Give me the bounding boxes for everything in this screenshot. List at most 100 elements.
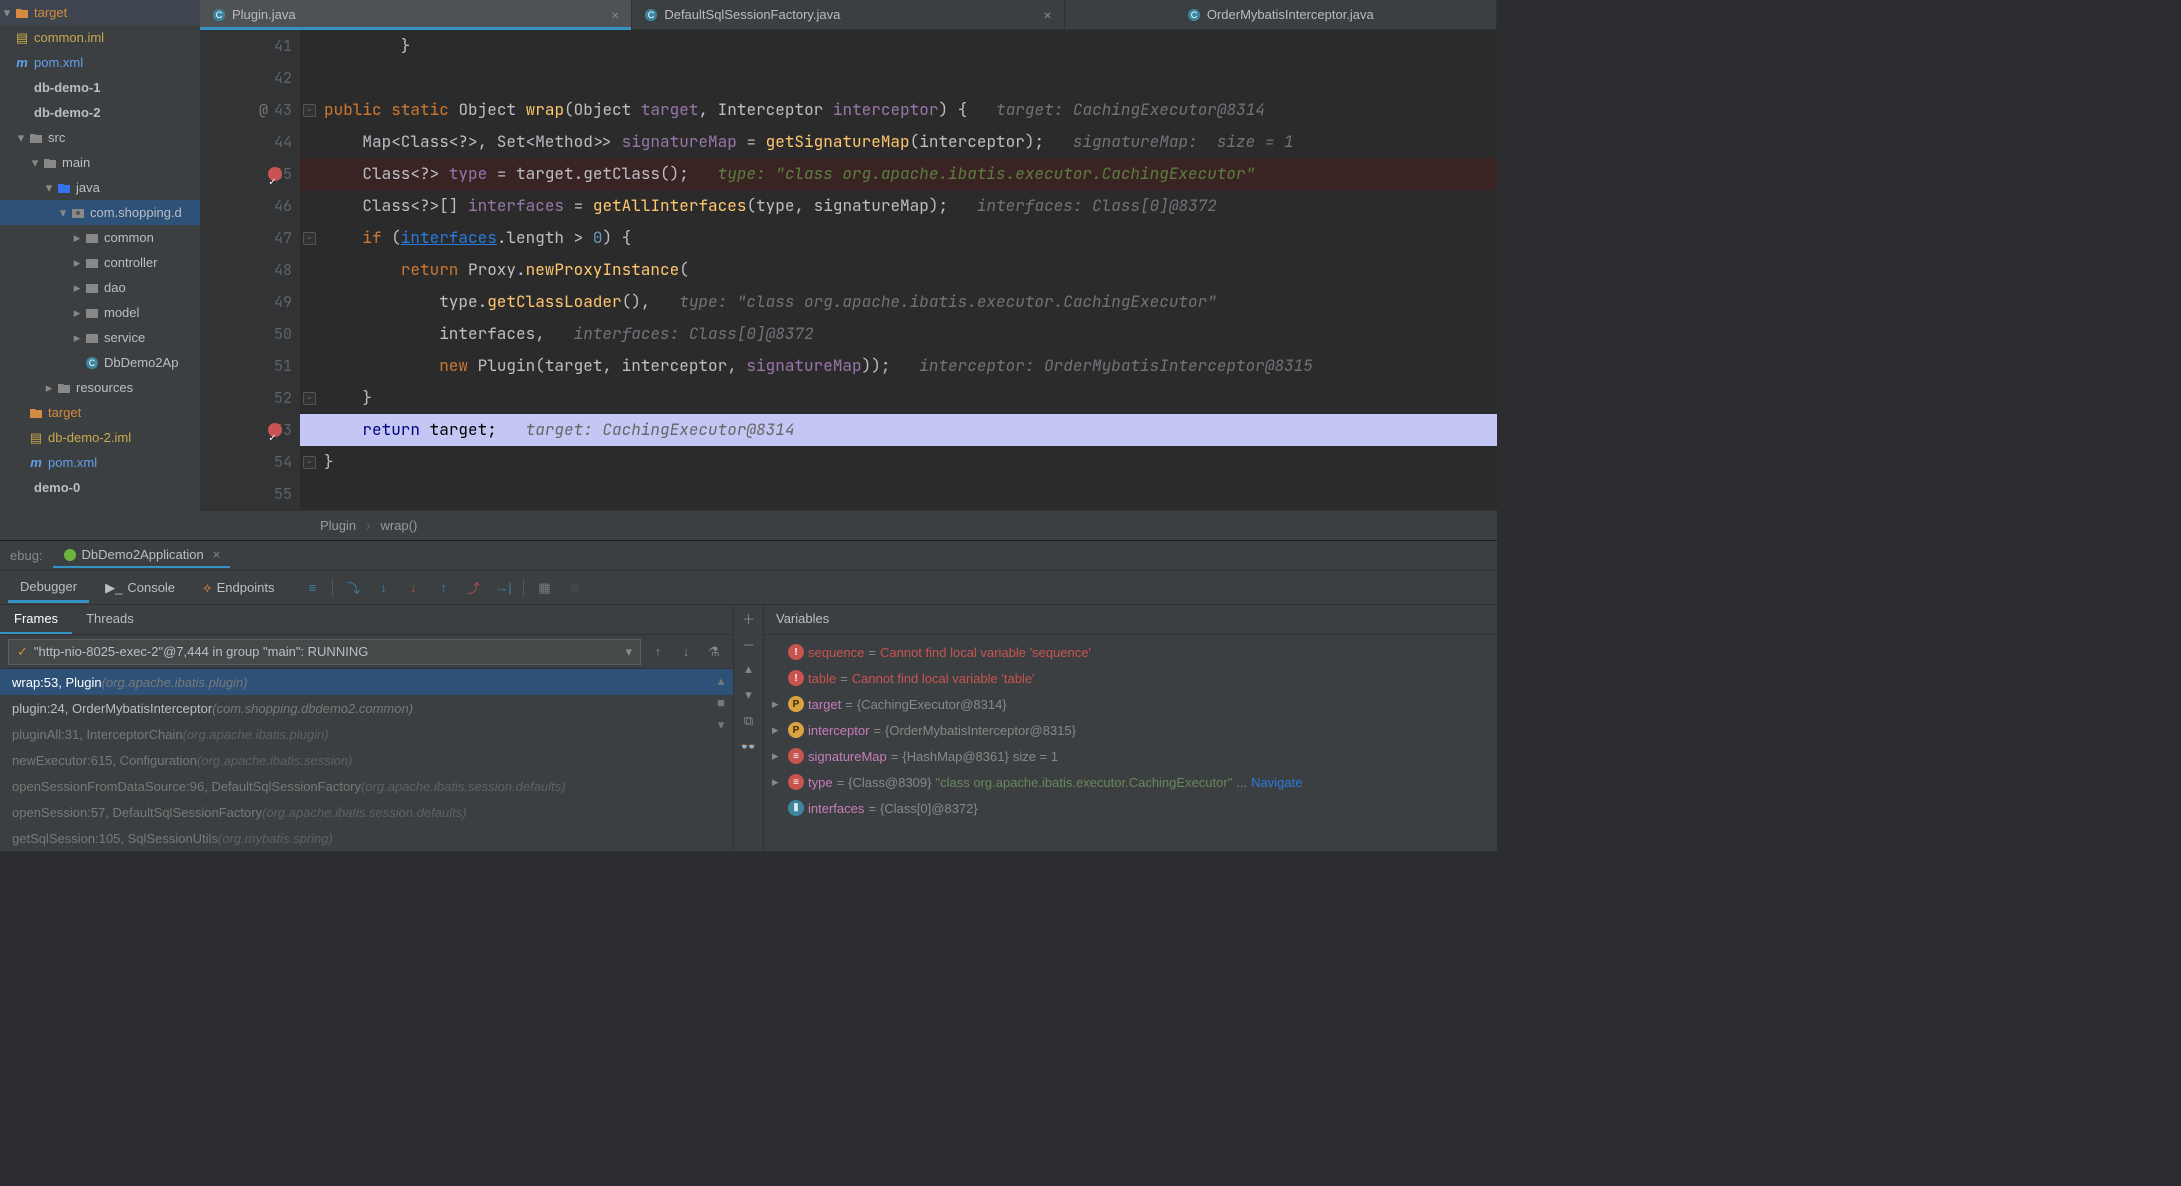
next-frame-icon[interactable]: ↓ bbox=[675, 644, 697, 659]
tree-item-dbdemo1[interactable]: db-demo-1 bbox=[0, 75, 200, 100]
package-icon bbox=[84, 255, 100, 271]
code-lines[interactable]: } public static Object wrap(Object targe… bbox=[300, 30, 1497, 510]
tab-console[interactable]: ▶_Console bbox=[93, 574, 187, 602]
svg-text:C: C bbox=[648, 10, 655, 20]
java-class-icon: C bbox=[212, 8, 226, 22]
svg-text:C: C bbox=[216, 10, 223, 20]
remove-watch-icon[interactable]: － bbox=[740, 635, 758, 653]
param-icon: P bbox=[788, 696, 804, 712]
tree-item-target[interactable]: ▾target bbox=[0, 0, 200, 25]
svg-text:C: C bbox=[89, 358, 96, 368]
frame-row: plugin:24, OrderMybatisInterceptor (com.… bbox=[0, 695, 733, 721]
field-icon: ≡ bbox=[788, 774, 804, 790]
tab-plugin[interactable]: CPlugin.java× bbox=[200, 0, 632, 29]
tab-debugger[interactable]: Debugger bbox=[8, 573, 89, 603]
tree-item-demo0[interactable]: demo-0 bbox=[0, 475, 200, 500]
field-icon: ≡ bbox=[788, 748, 804, 764]
override-icon: @ bbox=[259, 94, 268, 126]
run-to-cursor-icon[interactable]: →| bbox=[493, 578, 513, 598]
variables-list[interactable]: ! sequence = Cannot find local variable … bbox=[764, 635, 1497, 851]
tab-threads[interactable]: Threads bbox=[72, 605, 148, 634]
close-icon[interactable]: × bbox=[611, 7, 619, 23]
navigate-link[interactable]: Navigate bbox=[1251, 775, 1302, 790]
evaluate-icon[interactable]: ▦ bbox=[534, 578, 554, 598]
tab-sessionfactory[interactable]: CDefaultSqlSessionFactory.java× bbox=[632, 0, 1064, 29]
folder-orange-icon bbox=[14, 5, 30, 21]
close-icon[interactable]: × bbox=[213, 547, 221, 562]
tree-item-common[interactable]: ▸common bbox=[0, 225, 200, 250]
thread-selector[interactable]: ✓ "http-nio-8025-exec-2"@7,444 in group … bbox=[8, 639, 641, 665]
check-icon: ✓ bbox=[17, 644, 28, 660]
prev-frame-icon[interactable]: ↑ bbox=[647, 644, 669, 659]
line-number-gutter[interactable]: 41 42 @43− 44 45 46 47− 48 49 50 51 52− … bbox=[200, 30, 300, 510]
force-step-into-icon[interactable]: ↓ bbox=[403, 578, 423, 598]
frame-list[interactable]: wrap:53, Plugin (org.apache.ibatis.plugi… bbox=[0, 669, 733, 851]
drop-frame-icon[interactable]: ⤴ bbox=[463, 578, 483, 598]
frame-row: openSession:57, DefaultSqlSessionFactory… bbox=[0, 799, 733, 825]
add-watch-icon[interactable]: ＋ bbox=[740, 609, 758, 627]
tree-item-iml2[interactable]: ▤db-demo-2.iml bbox=[0, 425, 200, 450]
debug-panel: ebug: DbDemo2Application × Debugger ▶_Co… bbox=[0, 540, 1497, 851]
tree-item-service[interactable]: ▸service bbox=[0, 325, 200, 350]
package-icon bbox=[84, 330, 100, 346]
scroll-up-icon[interactable]: ▴ bbox=[713, 673, 729, 689]
frames-pane: Frames Threads ✓ "http-nio-8025-exec-2"@… bbox=[0, 605, 734, 851]
endpoints-icon: ⟡ bbox=[203, 580, 212, 596]
tree-item-dbdemo2[interactable]: db-demo-2 bbox=[0, 100, 200, 125]
debug-label: ebug: bbox=[10, 548, 43, 563]
module-icon bbox=[14, 80, 30, 96]
error-icon: ! bbox=[788, 644, 804, 660]
error-icon: ! bbox=[788, 670, 804, 686]
debug-run-tab[interactable]: DbDemo2Application × bbox=[53, 543, 231, 568]
var-row: ▸≡ type = {Class@8309} "class org.apache… bbox=[764, 769, 1497, 795]
console-icon: ▶_ bbox=[105, 580, 122, 596]
breadcrumb[interactable]: Plugin › wrap() bbox=[200, 510, 1497, 540]
tree-item-target2[interactable]: target bbox=[0, 400, 200, 425]
tree-item-resources[interactable]: ▸resources bbox=[0, 375, 200, 400]
variables-pane: ＋ － ▴ ▾ ⧉ 👓 Variables ! sequence = Canno… bbox=[734, 605, 1497, 851]
var-row: ! table = Cannot find local variable 'ta… bbox=[764, 665, 1497, 691]
project-tree: ▾target ▤common.iml mpom.xml db-demo-1 d… bbox=[0, 0, 200, 540]
tree-item-src[interactable]: ▾src bbox=[0, 125, 200, 150]
tree-item-pom2[interactable]: mpom.xml bbox=[0, 450, 200, 475]
code-editor[interactable]: 41 42 @43− 44 45 46 47− 48 49 50 51 52− … bbox=[200, 30, 1497, 540]
down-icon[interactable]: ▾ bbox=[740, 687, 758, 705]
folder-blue-icon bbox=[56, 180, 72, 196]
tree-item-java[interactable]: ▾java bbox=[0, 175, 200, 200]
tab-interceptor[interactable]: COrderMybatisInterceptor.java bbox=[1065, 0, 1497, 29]
close-icon[interactable]: × bbox=[1043, 7, 1051, 23]
java-class-icon: C bbox=[1187, 8, 1201, 22]
show-execution-icon[interactable]: ≡ bbox=[302, 578, 322, 598]
frame-row: openSessionFromDataSource:96, DefaultSql… bbox=[0, 773, 733, 799]
tab-endpoints[interactable]: ⟡Endpoints bbox=[191, 574, 286, 602]
frame-row: wrap:53, Plugin (org.apache.ibatis.plugi… bbox=[0, 669, 733, 695]
tree-item-model[interactable]: ▸model bbox=[0, 300, 200, 325]
filter-icon[interactable]: ⚗ bbox=[703, 644, 725, 660]
tab-frames[interactable]: Frames bbox=[0, 605, 72, 634]
maven-file-icon: m bbox=[28, 455, 44, 471]
package-icon bbox=[84, 280, 100, 296]
chevron-down-icon: ▾ bbox=[625, 644, 632, 660]
module-icon bbox=[14, 105, 30, 121]
tree-item-package[interactable]: ▾com.shopping.d bbox=[0, 200, 200, 225]
tree-item-pom[interactable]: mpom.xml bbox=[0, 50, 200, 75]
step-into-icon[interactable]: ↓ bbox=[373, 578, 393, 598]
up-icon[interactable]: ▴ bbox=[740, 661, 758, 679]
package-icon bbox=[84, 305, 100, 321]
step-out-icon[interactable]: ↑ bbox=[433, 578, 453, 598]
variables-title: Variables bbox=[764, 605, 1497, 635]
tree-item-dao[interactable]: ▸dao bbox=[0, 275, 200, 300]
var-row: ! sequence = Cannot find local variable … bbox=[764, 639, 1497, 665]
copy-icon[interactable]: ⧉ bbox=[740, 713, 758, 731]
tree-item-common-iml[interactable]: ▤common.iml bbox=[0, 25, 200, 50]
tree-item-controller[interactable]: ▸controller bbox=[0, 250, 200, 275]
tree-item-app[interactable]: CDbDemo2Ap bbox=[0, 350, 200, 375]
glasses-icon[interactable]: 👓 bbox=[740, 739, 758, 757]
trace-icon[interactable]: ≋ bbox=[564, 578, 584, 598]
scroll-down-icon[interactable]: ▾ bbox=[713, 717, 729, 733]
module-icon bbox=[14, 480, 30, 496]
step-over-icon[interactable]: ⤵ bbox=[343, 578, 363, 598]
iml-file-icon: ▤ bbox=[28, 430, 44, 446]
frame-row: pluginAll:31, InterceptorChain (org.apac… bbox=[0, 721, 733, 747]
tree-item-main[interactable]: ▾main bbox=[0, 150, 200, 175]
